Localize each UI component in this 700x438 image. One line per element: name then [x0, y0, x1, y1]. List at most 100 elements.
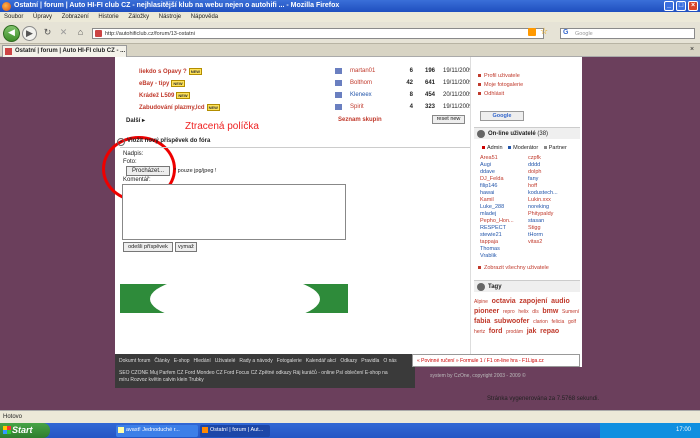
footer-link[interactable]: Uživatelé	[215, 358, 236, 364]
footer-link[interactable]: O nás	[383, 358, 396, 364]
online-user[interactable]: fany	[528, 176, 538, 182]
topic-user[interactable]: Bolthom	[350, 80, 372, 86]
online-user[interactable]: tHorm	[528, 232, 543, 238]
tag-link[interactable]: subwoofer	[494, 318, 529, 325]
tag-link[interactable]: audio	[551, 298, 570, 305]
online-user[interactable]: dddd	[528, 162, 540, 168]
tag-link[interactable]: fabia	[474, 318, 490, 325]
online-user[interactable]: RESPECT	[480, 225, 506, 231]
comment-textarea[interactable]	[122, 184, 346, 240]
online-user[interactable]: stasan	[528, 218, 544, 224]
online-user[interactable]: Phitypaldy	[528, 211, 553, 217]
tag-link[interactable]: dls	[532, 309, 538, 315]
footer-nav[interactable]: Dokumt forum Články E-shop Hledání Uživatelé…	[119, 358, 401, 364]
sponsor-link[interactable]: « Povinné ručení » Formule 1 / F1 on-lin…	[412, 354, 580, 367]
footer-link[interactable]: Kalendář akcí	[306, 358, 337, 364]
online-user[interactable]: Lukin.xxx	[528, 197, 551, 203]
all-users-link[interactable]: Zobrazit všechny uživatele	[478, 265, 549, 271]
groups-list-link[interactable]: Seznam skupin	[338, 117, 382, 123]
more-link[interactable]: Další ▸	[126, 117, 145, 124]
topic-user[interactable]: Kleneex	[350, 92, 372, 98]
tag-link[interactable]: Alpine	[474, 299, 488, 305]
tag-link[interactable]: prodám	[506, 329, 523, 335]
bookmark-star-icon[interactable]: ☆	[540, 26, 548, 37]
online-user[interactable]: Luke_288	[480, 204, 504, 210]
reset-new-button[interactable]: reset new	[432, 115, 465, 124]
online-user[interactable]: vitas2	[528, 239, 542, 245]
search-input[interactable]: G Google	[560, 28, 695, 39]
menu-tools[interactable]: Nástroje	[159, 14, 181, 20]
table-row[interactable]: eBay - tipy NEW Bolthom 42 641 19/11/2009…	[125, 80, 489, 90]
online-user[interactable]: Vrablik	[480, 253, 497, 259]
menu-help[interactable]: Nápověda	[191, 14, 218, 20]
online-user[interactable]: tappaja	[480, 239, 498, 245]
sidebar-link-profile[interactable]: Profil uživatele	[478, 73, 520, 79]
google-button[interactable]: Google	[480, 111, 524, 121]
submit-post-button[interactable]: odešli příspěvek	[123, 242, 173, 252]
back-icon[interactable]: ◀	[3, 25, 20, 42]
topic-title[interactable]: eBay - tipy NEW	[139, 80, 185, 87]
topic-user[interactable]: martan01	[350, 68, 375, 74]
tag-link[interactable]: hertz	[474, 329, 485, 335]
tag-link[interactable]: bmw	[542, 308, 558, 315]
footer-link[interactable]: Fotogalerie	[277, 358, 302, 364]
online-user[interactable]: stewie21	[480, 232, 502, 238]
rss-icon[interactable]	[528, 28, 536, 36]
menu-bookmarks[interactable]: Záložky	[128, 14, 149, 20]
tag-link[interactable]: felicia	[551, 319, 564, 325]
footer-link[interactable]: Rady a návody	[239, 358, 272, 364]
tab-active[interactable]: Ostatní | forum | Auto HI-FI club CZ - .…	[2, 45, 127, 57]
online-user[interactable]: Area51	[480, 155, 498, 161]
tag-link[interactable]: helix	[518, 309, 528, 315]
tag-link[interactable]: octavia	[492, 298, 516, 305]
footer-link[interactable]: Články	[154, 358, 169, 364]
online-user[interactable]: Kamil	[480, 197, 494, 203]
footer-partners-2[interactable]: míru Rozvoz květin calvin klein Trubky	[119, 377, 204, 383]
sidebar-link-logout[interactable]: Odhlásit	[478, 91, 504, 97]
topic-user[interactable]: Spirit	[350, 104, 364, 110]
online-user[interactable]: noreking	[528, 204, 549, 210]
taskbar-item-avast[interactable]: avast! Jednoduché r...	[116, 425, 198, 437]
tag-link[interactable]: Sumení	[562, 309, 579, 315]
tag-link[interactable]: ford	[489, 328, 503, 335]
taskbar-item-firefox[interactable]: Ostatní | forum | Aut...	[200, 425, 270, 437]
close-window-button[interactable]: ×	[688, 1, 698, 11]
footer-link[interactable]: Pravidla	[361, 358, 379, 364]
online-user[interactable]: ddave	[480, 169, 495, 175]
table-row[interactable]: liekdo s Opavy ? NEW martan01 6 196 19/11…	[125, 68, 489, 78]
tag-link[interactable]: repao	[540, 328, 559, 335]
forward-icon[interactable]: ▶	[22, 26, 37, 41]
online-user[interactable]: Pepho_Hon...	[480, 218, 514, 224]
tab-close-icon[interactable]: ×	[690, 46, 694, 53]
sidebar-link-gallery[interactable]: Moje fotogalerie	[478, 82, 523, 88]
online-user[interactable]: hawai	[480, 190, 494, 196]
menu-history[interactable]: Historie	[98, 14, 118, 20]
tag-link[interactable]: pioneer	[474, 308, 499, 315]
online-user[interactable]: DJ_Felda	[480, 176, 504, 182]
minimize-button[interactable]: _	[664, 1, 674, 11]
online-user[interactable]: Augi	[480, 162, 491, 168]
home-icon[interactable]: ⌂	[73, 26, 88, 41]
footer-link[interactable]: Dokumt forum	[119, 358, 150, 364]
footer-link[interactable]: Odkazy	[340, 358, 357, 364]
table-row[interactable]: Zabudování plazmy,lcd NEW Spirit 4 323 19…	[125, 104, 489, 114]
browse-button[interactable]: Procházet...	[126, 166, 170, 176]
menu-view[interactable]: Zobrazení	[62, 14, 89, 20]
tag-link[interactable]: zapojení	[519, 298, 547, 305]
start-button[interactable]: Start	[0, 423, 50, 438]
footer-link[interactable]: E-shop	[174, 358, 190, 364]
topic-title[interactable]: Zabudování plazmy,lcd NEW	[139, 104, 220, 111]
online-user[interactable]: dolph	[528, 169, 541, 175]
url-bar[interactable]: http://autohificlub.cz/forum/13-ostatni	[92, 28, 544, 39]
clear-button[interactable]: vymaž	[175, 242, 197, 252]
tag-link[interactable]: golf	[568, 319, 576, 325]
menu-file[interactable]: Soubor	[4, 14, 23, 20]
topic-title[interactable]: Krádež L509 NEW	[139, 92, 190, 99]
reload-icon[interactable]: ↻	[40, 26, 55, 41]
tag-link[interactable]: jak	[527, 328, 537, 335]
online-user[interactable]: mladej	[480, 211, 496, 217]
online-user[interactable]: filip146	[480, 183, 497, 189]
table-row[interactable]: Krádež L509 NEW Kleneex 8 454 20/11/2009 …	[125, 92, 489, 102]
tag-link[interactable]: clarion	[533, 319, 548, 325]
online-user[interactable]: hoff	[528, 183, 537, 189]
